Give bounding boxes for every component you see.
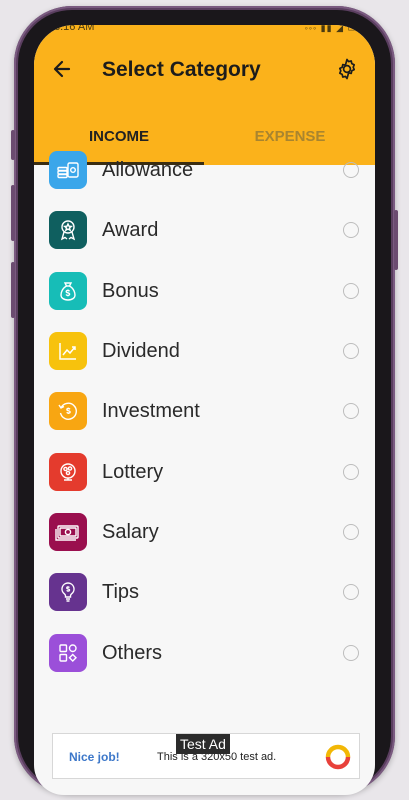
category-row-lottery[interactable]: Lottery <box>34 443 375 503</box>
back-button[interactable] <box>48 55 76 83</box>
phone-side-button <box>11 130 15 160</box>
award-medal-icon <box>49 211 87 249</box>
gear-icon <box>338 58 356 80</box>
phone-side-button <box>11 262 15 318</box>
category-radio[interactable] <box>343 584 359 600</box>
status-time: 8:16 AM <box>54 25 95 33</box>
lottery-balls-icon <box>49 453 87 491</box>
category-radio[interactable] <box>343 645 359 661</box>
trend-chart-icon <box>49 332 87 370</box>
status-icons: ◦◦◦ ▮▮ ◢ ▭ <box>304 25 357 33</box>
phone-side-button <box>394 210 398 270</box>
money-stack-icon <box>49 151 87 189</box>
category-row-bonus[interactable]: Bonus <box>34 262 375 322</box>
salary-banknote-icon <box>49 513 87 551</box>
category-radio[interactable] <box>343 222 359 238</box>
category-label: Tips <box>102 581 140 603</box>
category-radio[interactable] <box>343 283 359 299</box>
lightbulb-dollar-icon <box>49 573 87 611</box>
category-row-salary[interactable]: Salary <box>34 503 375 563</box>
app-screen: 8:16 AM ◦◦◦ ▮▮ ◢ ▭ Select Category INCOM… <box>34 25 375 795</box>
category-label: Investment <box>102 400 200 422</box>
category-radio[interactable] <box>343 343 359 359</box>
ad-test-label: Test Ad <box>176 734 230 754</box>
coin-refresh-icon <box>49 392 87 430</box>
category-label: Others <box>102 642 163 664</box>
arrow-left-icon <box>53 60 71 78</box>
category-radio[interactable] <box>343 403 359 419</box>
ad-logo-icon <box>325 744 351 770</box>
category-label: Allowance <box>102 159 194 181</box>
category-radio[interactable] <box>343 524 359 540</box>
category-row-allowance[interactable]: Allowance <box>34 141 375 201</box>
grid-shapes-icon <box>49 634 87 672</box>
money-bag-icon <box>49 272 87 310</box>
category-row-award[interactable]: Award <box>34 201 375 261</box>
category-row-others[interactable]: Others <box>34 624 375 684</box>
settings-button[interactable] <box>333 55 361 83</box>
category-label: Award <box>102 219 159 241</box>
page-title: Select Category <box>102 58 261 81</box>
ad-banner[interactable]: Nice job! This is a 320x50 test ad. Test… <box>52 733 360 779</box>
category-radio[interactable] <box>343 464 359 480</box>
category-label: Lottery <box>102 461 164 483</box>
category-label: Salary <box>102 521 159 543</box>
phone-side-button <box>11 185 15 241</box>
category-row-investment[interactable]: Investment <box>34 382 375 442</box>
category-row-tips[interactable]: Tips <box>34 563 375 623</box>
category-row-dividend[interactable]: Dividend <box>34 322 375 382</box>
category-label: Bonus <box>102 280 159 302</box>
category-label: Dividend <box>102 340 180 362</box>
ad-nice-job: Nice job! <box>69 750 120 764</box>
category-radio[interactable] <box>343 162 359 178</box>
